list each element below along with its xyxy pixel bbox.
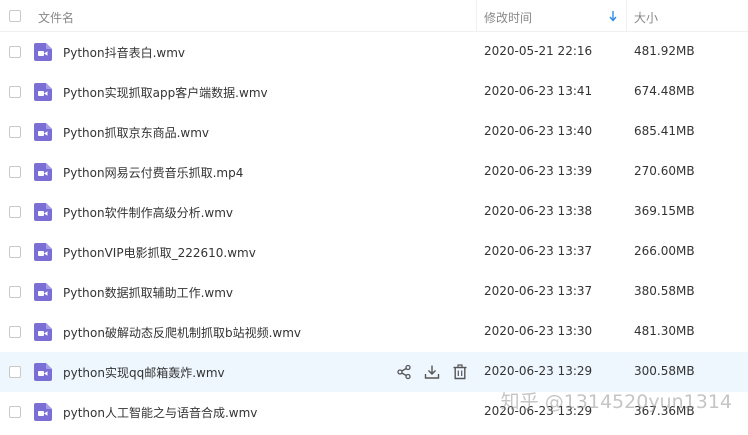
video-file-icon: [34, 43, 52, 61]
row-checkbox[interactable]: [9, 46, 21, 58]
file-size: 266.00MB: [634, 244, 695, 258]
table-row[interactable]: Python网易云付费音乐抓取.mp4 2020-06-23 13:39 270…: [0, 152, 748, 192]
share-icon[interactable]: [396, 364, 412, 380]
modified-date: 2020-06-23 13:29: [484, 404, 593, 418]
file-name[interactable]: python人工智能之与语音合成.wmv: [63, 404, 257, 421]
video-file-icon: [34, 123, 52, 141]
file-name[interactable]: python实现qq邮箱轰炸.wmv: [63, 364, 225, 381]
file-name[interactable]: Python实现抓取app客户端数据.wmv: [63, 84, 268, 101]
video-file-icon: [34, 403, 52, 421]
file-size: 674.48MB: [634, 84, 695, 98]
modified-date: 2020-06-23 13:40: [484, 124, 593, 138]
column-header-size[interactable]: 大小: [634, 9, 658, 26]
table-row[interactable]: python破解动态反爬机制抓取b站视频.wmv 2020-06-23 13:3…: [0, 312, 748, 352]
file-name[interactable]: Python软件制作高级分析.wmv: [63, 204, 233, 221]
file-name[interactable]: Python抓取京东商品.wmv: [63, 124, 209, 141]
row-checkbox[interactable]: [9, 286, 21, 298]
video-file-icon: [34, 363, 52, 381]
modified-date: 2020-06-23 13:39: [484, 164, 593, 178]
file-name[interactable]: Python数据抓取辅助工作.wmv: [63, 284, 233, 301]
table-row[interactable]: python人工智能之与语音合成.wmv 2020-06-23 13:29 36…: [0, 392, 748, 432]
column-header-date[interactable]: 修改时间: [484, 9, 532, 26]
row-checkbox[interactable]: [9, 126, 21, 138]
file-size: 481.30MB: [634, 324, 695, 338]
table-row[interactable]: Python软件制作高级分析.wmv 2020-06-23 13:38 369.…: [0, 192, 748, 232]
video-file-icon: [34, 163, 52, 181]
column-header-name[interactable]: 文件名: [38, 9, 74, 26]
file-size: 685.41MB: [634, 124, 695, 138]
file-list: 文件名 修改时间 大小 Python抖音表白.wmv 2020-05-21 22…: [0, 0, 748, 435]
row-checkbox[interactable]: [9, 166, 21, 178]
modified-date: 2020-06-23 13:29: [484, 364, 593, 378]
file-name[interactable]: Python网易云付费音乐抓取.mp4: [63, 164, 243, 181]
video-file-icon: [34, 243, 52, 261]
file-size: 380.58MB: [634, 284, 695, 298]
row-checkbox[interactable]: [9, 326, 21, 338]
table-row[interactable]: Python抖音表白.wmv 2020-05-21 22:16 481.92MB: [0, 32, 748, 72]
modified-date: 2020-06-23 13:37: [484, 284, 593, 298]
sort-arrow-icon[interactable]: [608, 10, 618, 22]
column-divider: [476, 0, 477, 32]
select-all-checkbox[interactable]: [9, 10, 21, 22]
file-name[interactable]: python破解动态反爬机制抓取b站视频.wmv: [63, 324, 301, 341]
video-file-icon: [34, 203, 52, 221]
file-size: 270.60MB: [634, 164, 695, 178]
column-divider: [626, 0, 627, 32]
table-row[interactable]: Python实现抓取app客户端数据.wmv 2020-06-23 13:41 …: [0, 72, 748, 112]
video-file-icon: [34, 83, 52, 101]
file-size: 300.58MB: [634, 364, 695, 378]
video-file-icon: [34, 323, 52, 341]
trash-icon[interactable]: [452, 364, 468, 380]
modified-date: 2020-06-23 13:38: [484, 204, 593, 218]
modified-date: 2020-06-23 13:41: [484, 84, 593, 98]
file-name[interactable]: PythonVIP电影抓取_222610.wmv: [63, 244, 256, 261]
file-size: 481.92MB: [634, 44, 695, 58]
row-checkbox[interactable]: [9, 246, 21, 258]
row-checkbox[interactable]: [9, 206, 21, 218]
table-row[interactable]: Python抓取京东商品.wmv 2020-06-23 13:40 685.41…: [0, 112, 748, 152]
file-name[interactable]: Python抖音表白.wmv: [63, 44, 185, 61]
modified-date: 2020-06-23 13:37: [484, 244, 593, 258]
row-checkbox[interactable]: [9, 406, 21, 418]
row-checkbox[interactable]: [9, 86, 21, 98]
table-row[interactable]: Python数据抓取辅助工作.wmv 2020-06-23 13:37 380.…: [0, 272, 748, 312]
modified-date: 2020-05-21 22:16: [484, 44, 593, 58]
video-file-icon: [34, 283, 52, 301]
row-checkbox[interactable]: [9, 366, 21, 378]
modified-date: 2020-06-23 13:30: [484, 324, 593, 338]
file-rows: Python抖音表白.wmv 2020-05-21 22:16 481.92MB…: [0, 32, 748, 432]
file-size: 369.15MB: [634, 204, 695, 218]
table-row[interactable]: python实现qq邮箱轰炸.wmv 2020-06-23 13:29 300.…: [0, 352, 748, 392]
file-size: 367.36MB: [634, 404, 695, 418]
table-row[interactable]: PythonVIP电影抓取_222610.wmv 2020-06-23 13:3…: [0, 232, 748, 272]
list-header: 文件名 修改时间 大小: [0, 0, 748, 32]
download-icon[interactable]: [424, 364, 440, 380]
